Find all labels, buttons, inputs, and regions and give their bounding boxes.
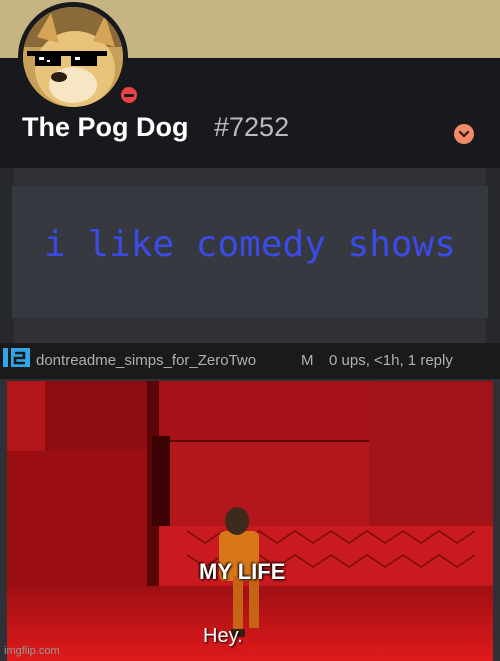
meme-image: MY LIFE Hey. [7, 381, 493, 661]
user-flair: M [301, 352, 314, 369]
doge-with-sunglasses-icon [23, 7, 123, 107]
chevron-down-icon[interactable] [454, 124, 474, 144]
reply-logo-icon [3, 347, 31, 369]
status-badge [118, 84, 140, 106]
do-not-disturb-icon [121, 87, 137, 103]
reply-meta: 0 ups, <1h, 1 reply [329, 352, 453, 369]
about-me-text: i like comedy shows [44, 224, 456, 265]
reply-username[interactable]: dontreadme_simps_for_ZeroTwo [36, 352, 256, 369]
username: The Pog Dog [22, 112, 189, 142]
meme-label: MY LIFE [199, 559, 286, 584]
watermark: imgflip.com [4, 645, 60, 657]
meme-caption: Hey. [203, 625, 243, 647]
panel-border-right [486, 168, 500, 343]
avatar[interactable] [18, 2, 140, 112]
reply-header: dontreadme_simps_for_ZeroTwo M 0 ups, <1… [0, 343, 500, 379]
discriminator: #7252 [214, 112, 290, 142]
